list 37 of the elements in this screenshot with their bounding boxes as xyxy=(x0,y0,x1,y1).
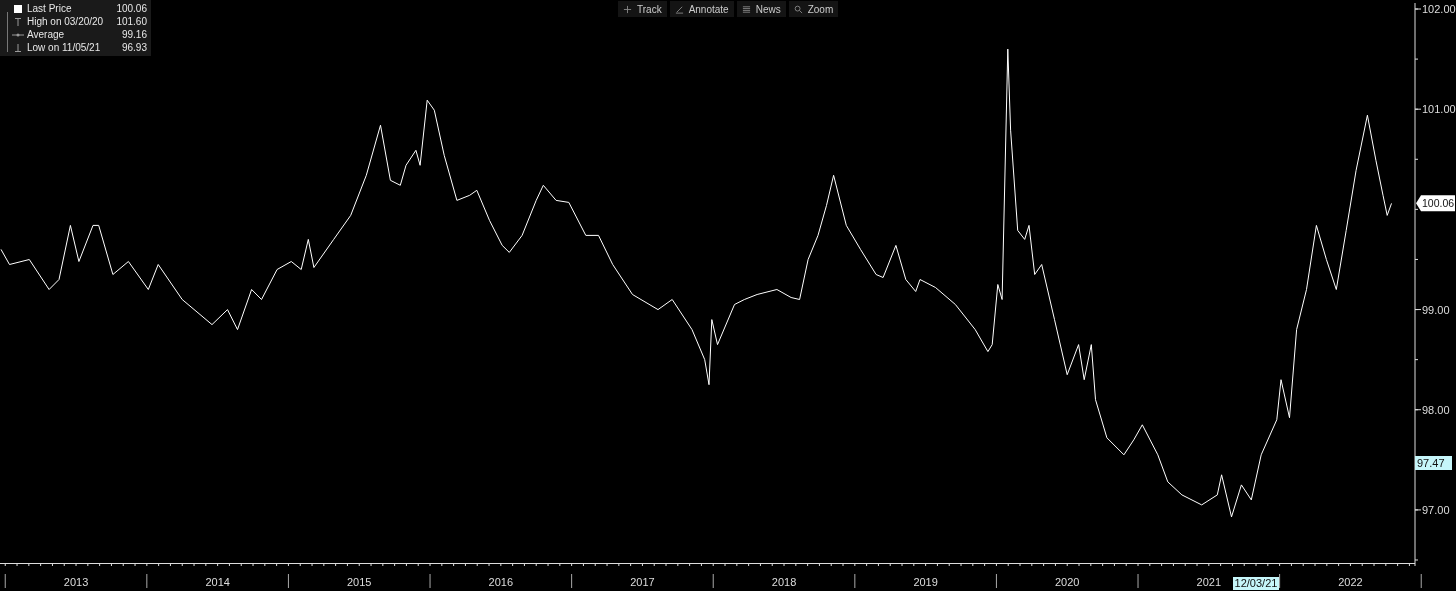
search-icon xyxy=(793,4,803,14)
zoom-button[interactable]: Zoom xyxy=(788,1,839,17)
axis-label: 102.00 xyxy=(1422,3,1456,15)
legend-value: 100.06 xyxy=(116,3,147,15)
legend-label: Average xyxy=(27,29,66,41)
square-icon xyxy=(12,4,24,14)
axis-label: 2013 xyxy=(63,576,89,588)
axis-label: 2014 xyxy=(205,576,230,588)
axis-label: 2018 xyxy=(771,576,797,588)
legend-value: 99.16 xyxy=(121,29,147,41)
axis-label: 99.00 xyxy=(1422,303,1450,316)
low-marker-icon xyxy=(12,43,24,53)
axis-label: 2015 xyxy=(347,576,372,588)
pencil-icon xyxy=(674,4,684,14)
axis-label: 97.00 xyxy=(1422,503,1450,516)
axis-label: 2017 xyxy=(630,576,655,588)
legend-label: High on 03/20/20 xyxy=(27,16,105,28)
legend-label: Low on 11/05/21 xyxy=(27,42,102,54)
high-marker-icon xyxy=(12,17,24,27)
axis-label: 2020 xyxy=(1055,576,1080,588)
annotate-button[interactable]: Annotate xyxy=(669,1,734,17)
legend-value: 96.93 xyxy=(121,42,147,54)
legend-value: 101.60 xyxy=(116,16,147,28)
axis-label: 2016 xyxy=(488,576,514,588)
legend-label: Last Price xyxy=(27,3,73,15)
crosshair-icon xyxy=(623,4,632,14)
crosshair-value-tag: 97.47 xyxy=(1415,456,1452,470)
track-button[interactable]: Track xyxy=(618,1,667,17)
crosshair-date-tag: 12/03/21 xyxy=(1233,577,1279,590)
axis-label: 2019 xyxy=(913,576,938,588)
axis-label: 2021 xyxy=(1196,576,1222,588)
news-button[interactable]: News xyxy=(736,1,786,17)
last-price-tag: 100.06 xyxy=(1416,195,1455,212)
list-icon xyxy=(741,4,751,14)
axis-label: 98.00 xyxy=(1422,403,1450,416)
axis-label: 101.00 xyxy=(1422,103,1456,116)
axis-label: 2022 xyxy=(1338,576,1363,588)
